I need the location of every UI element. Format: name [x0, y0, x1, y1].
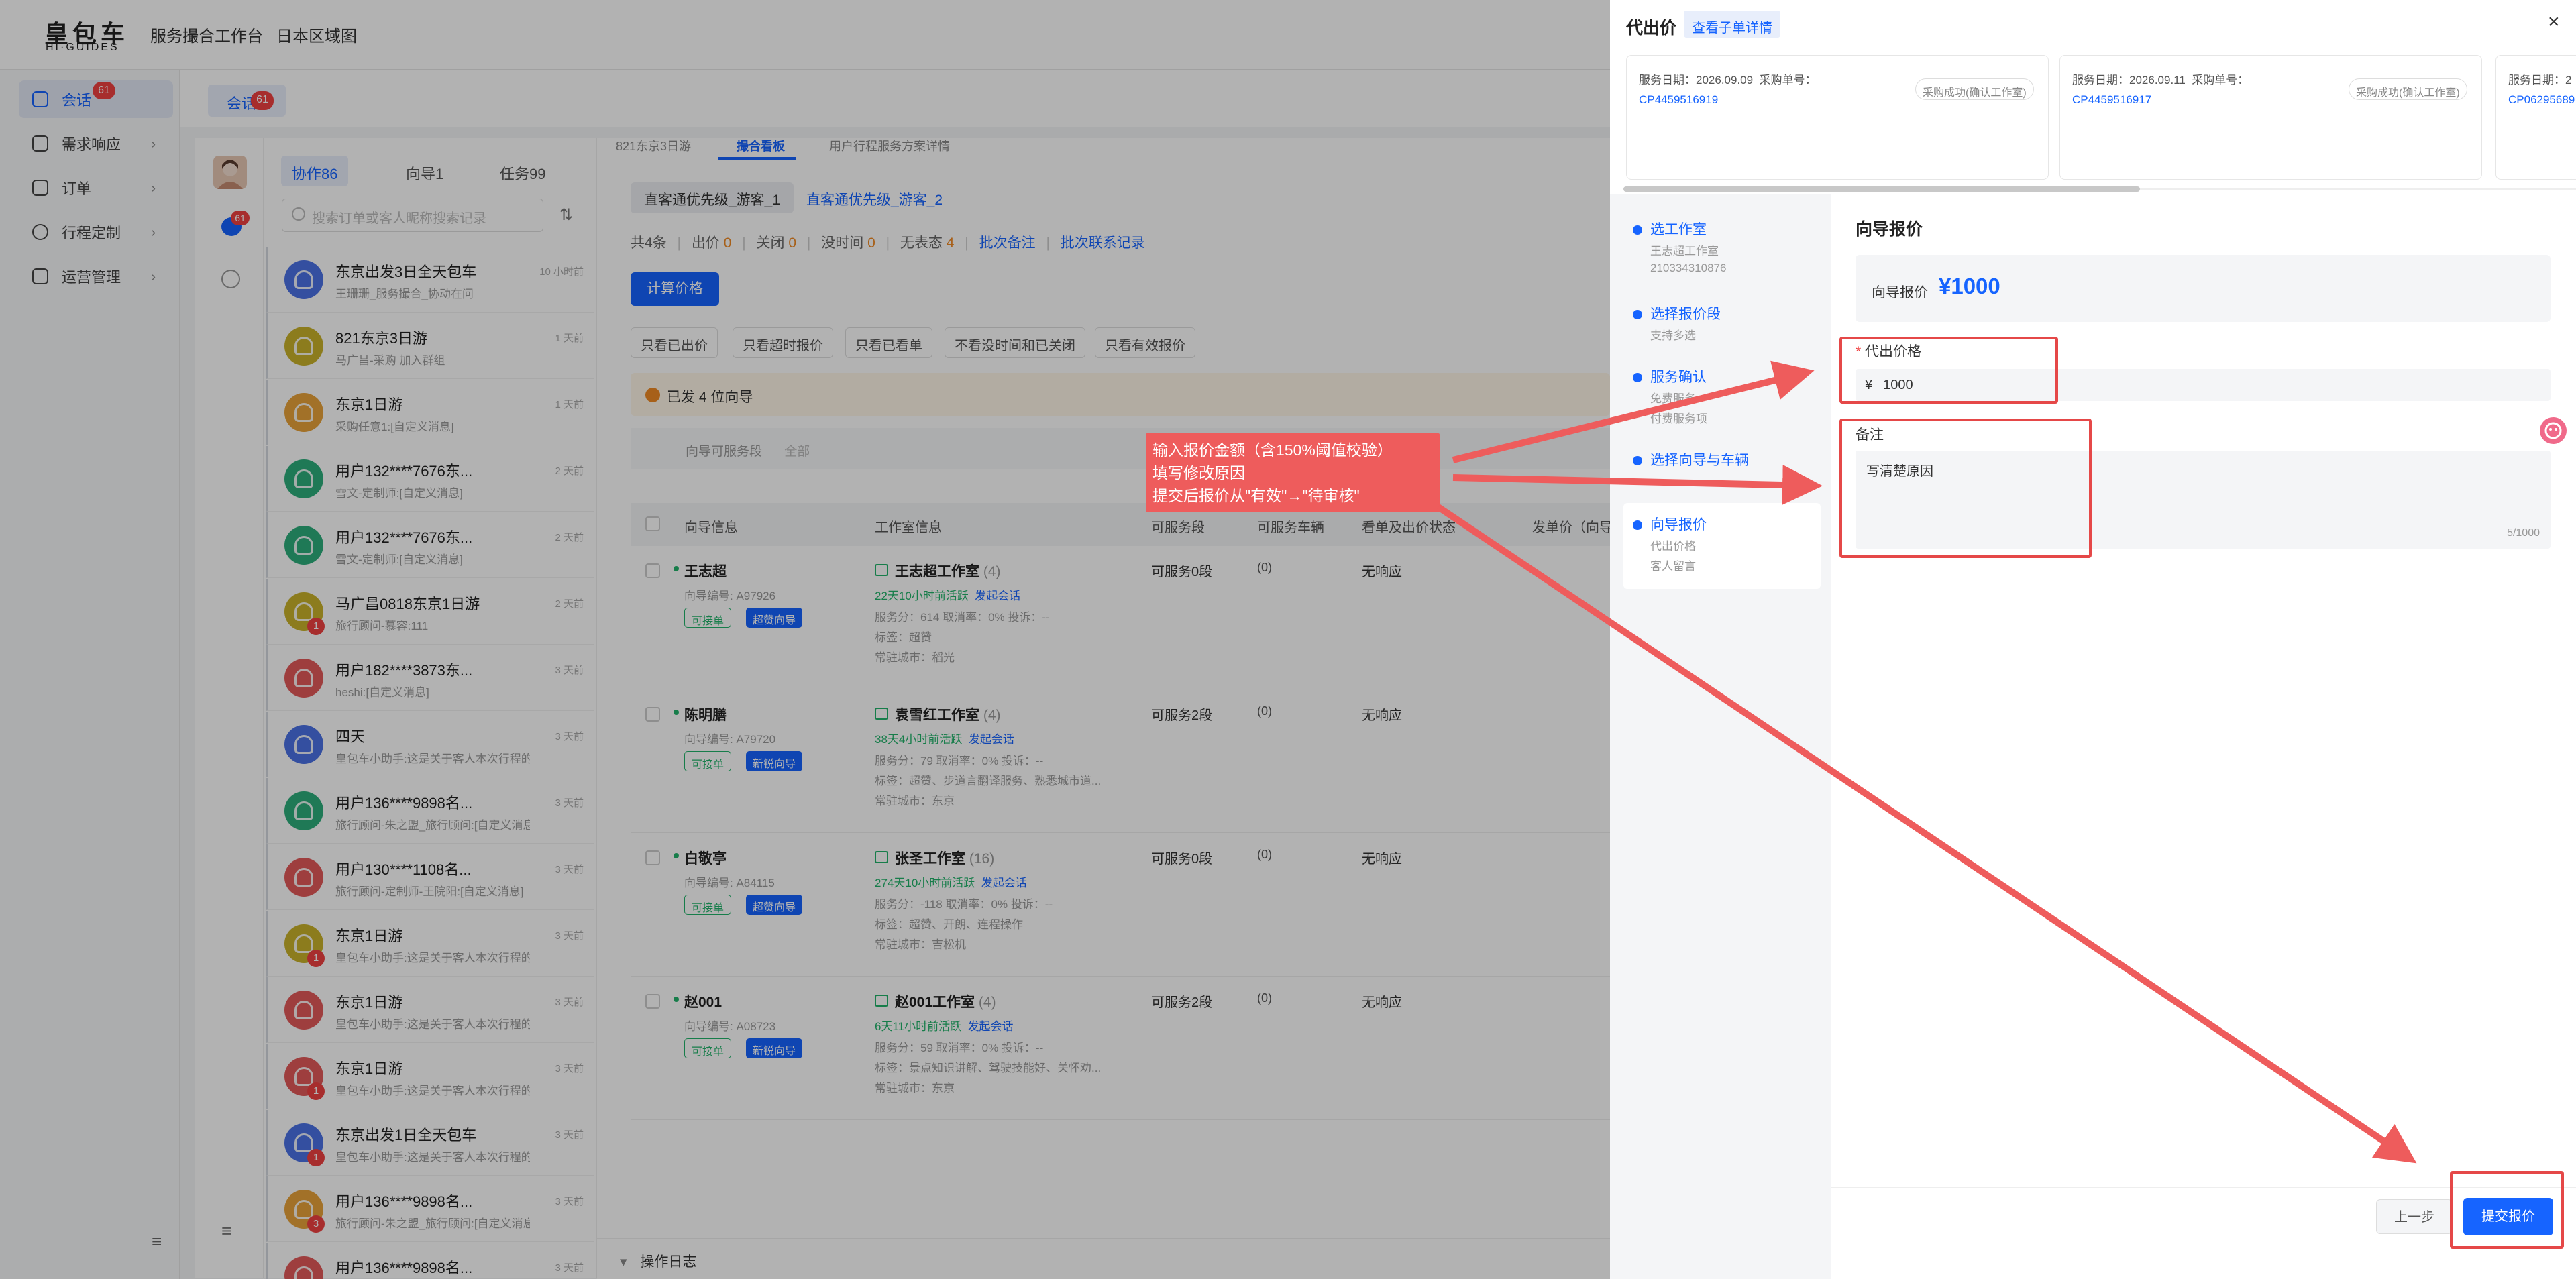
arrow-to-proxy-price	[1452, 360, 1815, 463]
arrow-to-submit	[1436, 504, 2417, 1164]
arrow-to-remark	[1452, 465, 1823, 505]
annotation-arrows	[1436, 360, 2417, 1164]
